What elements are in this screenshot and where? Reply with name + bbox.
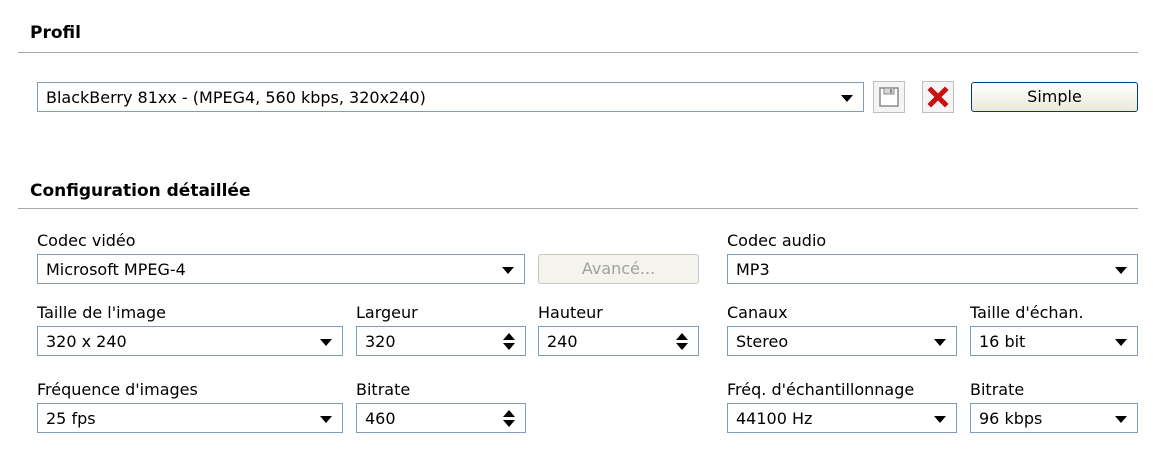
chevron-down-icon [502, 267, 514, 274]
spin-up-icon[interactable] [503, 410, 515, 417]
sample-size-label: Taille d'échan. [970, 303, 1084, 322]
chevron-down-icon [841, 95, 853, 102]
video-codec-select[interactable]: Microsoft MPEG-4 [37, 254, 525, 284]
image-size-label: Taille de l'image [37, 303, 166, 322]
chevron-down-icon [320, 416, 332, 423]
chevron-down-icon [1115, 416, 1127, 423]
sample-rate-select[interactable]: 44100 Hz [727, 403, 957, 433]
chevron-down-icon [934, 416, 946, 423]
video-bitrate-value: 460 [365, 409, 396, 428]
audio-bitrate-value: 96 kbps [979, 409, 1043, 428]
save-profile-button[interactable] [873, 81, 905, 113]
profile-select-value: BlackBerry 81xx - (MPEG4, 560 kbps, 320x… [46, 88, 426, 107]
chevron-down-icon [1115, 339, 1127, 346]
red-x-icon [927, 86, 949, 108]
profile-select[interactable]: BlackBerry 81xx - (MPEG4, 560 kbps, 320x… [37, 82, 864, 112]
image-size-value: 320 x 240 [46, 332, 127, 351]
video-codec-value: Microsoft MPEG-4 [46, 260, 186, 279]
chevron-down-icon [320, 339, 332, 346]
video-bitrate-spinner[interactable]: 460 [356, 403, 526, 433]
audio-codec-value: MP3 [736, 260, 770, 279]
chevron-down-icon [934, 339, 946, 346]
frame-rate-value: 25 fps [46, 409, 96, 428]
sample-rate-value: 44100 Hz [736, 409, 813, 428]
spin-down-icon[interactable] [676, 343, 688, 350]
delete-profile-button[interactable] [922, 81, 954, 113]
audio-codec-label: Codec audio [727, 231, 827, 250]
image-size-select[interactable]: 320 x 240 [37, 326, 343, 356]
width-spinner[interactable]: 320 [356, 326, 526, 356]
width-value: 320 [365, 332, 396, 351]
video-codec-label: Codec vidéo [37, 231, 136, 250]
spin-down-icon[interactable] [503, 343, 515, 350]
simple-button[interactable]: Simple [971, 82, 1138, 112]
height-spinner[interactable]: 240 [538, 326, 699, 356]
profile-section-title: Profil [30, 23, 81, 43]
channels-select[interactable]: Stereo [727, 326, 957, 356]
frame-rate-select[interactable]: 25 fps [37, 403, 343, 433]
audio-codec-select[interactable]: MP3 [727, 254, 1138, 284]
sample-size-value: 16 bit [979, 332, 1026, 351]
detailed-divider [18, 208, 1138, 209]
audio-bitrate-label: Bitrate [970, 380, 1025, 399]
spin-up-icon[interactable] [676, 333, 688, 340]
spin-down-icon[interactable] [503, 420, 515, 427]
height-label: Hauteur [538, 303, 603, 322]
sample-size-select[interactable]: 16 bit [970, 326, 1138, 356]
spin-up-icon[interactable] [503, 333, 515, 340]
profile-divider [18, 52, 1138, 53]
channels-label: Canaux [727, 303, 788, 322]
video-bitrate-label: Bitrate [356, 380, 411, 399]
chevron-down-icon [1115, 267, 1127, 274]
audio-bitrate-select[interactable]: 96 kbps [970, 403, 1138, 433]
floppy-disk-icon [879, 87, 899, 107]
channels-value: Stereo [736, 332, 789, 351]
sample-rate-label: Fréq. d'échantillonnage [727, 380, 915, 399]
detailed-section-title: Configuration détaillée [30, 181, 251, 201]
frame-rate-label: Fréquence d'images [37, 380, 198, 399]
width-label: Largeur [356, 303, 418, 322]
height-value: 240 [547, 332, 578, 351]
advanced-button[interactable]: Avancé... [538, 254, 699, 284]
